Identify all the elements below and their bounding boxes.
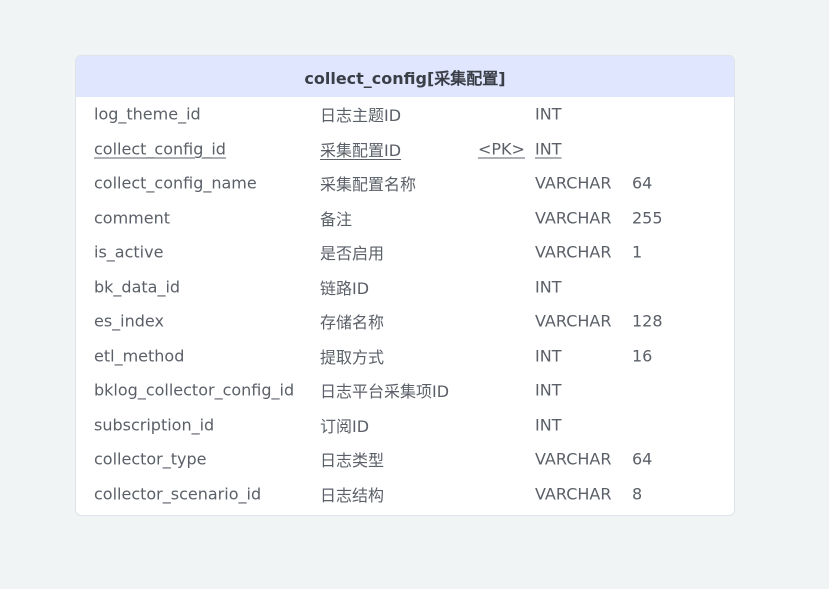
- field-name: is_active: [94, 242, 164, 262]
- field-row[interactable]: collect_config_name 采集配置名称 VARCHAR 64: [76, 166, 734, 201]
- field-comment: 是否启用: [320, 244, 385, 264]
- field-length: 64: [632, 449, 653, 469]
- field-comment: 采集配置名称: [320, 175, 417, 195]
- field-length: 8: [632, 484, 643, 504]
- field-type: INT: [535, 346, 562, 366]
- field-row[interactable]: collector_scenario_id 日志结构 VARCHAR 8: [76, 477, 734, 512]
- field-type: VARCHAR: [535, 311, 612, 331]
- field-name: collector_scenario_id: [94, 484, 262, 504]
- field-length: 16: [632, 346, 653, 366]
- field-type: VARCHAR: [535, 449, 612, 469]
- field-comment: 日志类型: [320, 451, 385, 471]
- field-name: subscription_id: [94, 415, 215, 435]
- field-type: VARCHAR: [535, 242, 612, 262]
- field-type: VARCHAR: [535, 173, 612, 193]
- field-comment: 提取方式: [320, 347, 385, 367]
- primary-key-marker: <PK>: [478, 139, 525, 159]
- field-length: 1: [632, 242, 643, 262]
- field-comment: 日志主题ID: [320, 106, 402, 126]
- field-type: INT: [535, 380, 562, 400]
- field-length: 255: [632, 208, 663, 228]
- field-name: log_theme_id: [94, 104, 201, 124]
- field-row[interactable]: collector_type 日志类型 VARCHAR 64: [76, 442, 734, 477]
- field-row[interactable]: etl_method 提取方式 INT 16: [76, 339, 734, 374]
- field-row[interactable]: es_index 存储名称 VARCHAR 128: [76, 304, 734, 339]
- entity-table-collect-config[interactable]: collect_config[采集配置] log_theme_id 日志主题ID…: [75, 55, 735, 516]
- field-row[interactable]: is_active 是否启用 VARCHAR 1: [76, 235, 734, 270]
- field-name: collect_config_id: [94, 139, 226, 159]
- entity-title: collect_config[采集配置]: [76, 56, 734, 97]
- field-type: VARCHAR: [535, 208, 612, 228]
- field-type: INT: [535, 277, 562, 297]
- field-name: bklog_collector_config_id: [94, 380, 295, 400]
- field-name: es_index: [94, 311, 164, 331]
- field-row[interactable]: bklog_collector_config_id 日志平台采集项ID INT: [76, 373, 734, 408]
- field-type: VARCHAR: [535, 484, 612, 504]
- field-comment: 备注: [320, 209, 353, 229]
- field-name: collector_type: [94, 449, 207, 469]
- field-type: INT: [535, 104, 562, 124]
- field-type: INT: [535, 415, 562, 435]
- field-row-primary-key[interactable]: collect_config_id 采集配置ID <PK> INT: [76, 132, 734, 167]
- field-name: bk_data_id: [94, 277, 181, 297]
- field-row[interactable]: comment 备注 VARCHAR 255: [76, 201, 734, 236]
- field-comment: 链路ID: [320, 278, 370, 298]
- field-comment: 日志结构: [320, 485, 385, 505]
- field-comment: 日志平台采集项ID: [320, 382, 450, 402]
- field-row[interactable]: log_theme_id 日志主题ID INT: [76, 97, 734, 132]
- field-length: 64: [632, 173, 653, 193]
- field-row[interactable]: bk_data_id 链路ID INT: [76, 270, 734, 305]
- field-comment: 订阅ID: [320, 416, 370, 436]
- field-row[interactable]: subscription_id 订阅ID INT: [76, 408, 734, 443]
- field-list: log_theme_id 日志主题ID INT collect_config_i…: [76, 97, 734, 511]
- field-name: etl_method: [94, 346, 185, 366]
- field-type: INT: [535, 139, 562, 159]
- field-comment: 存储名称: [320, 313, 385, 333]
- field-length: 128: [632, 311, 663, 331]
- field-name: comment: [94, 208, 171, 228]
- field-comment: 采集配置ID: [320, 140, 402, 160]
- field-name: collect_config_name: [94, 173, 257, 193]
